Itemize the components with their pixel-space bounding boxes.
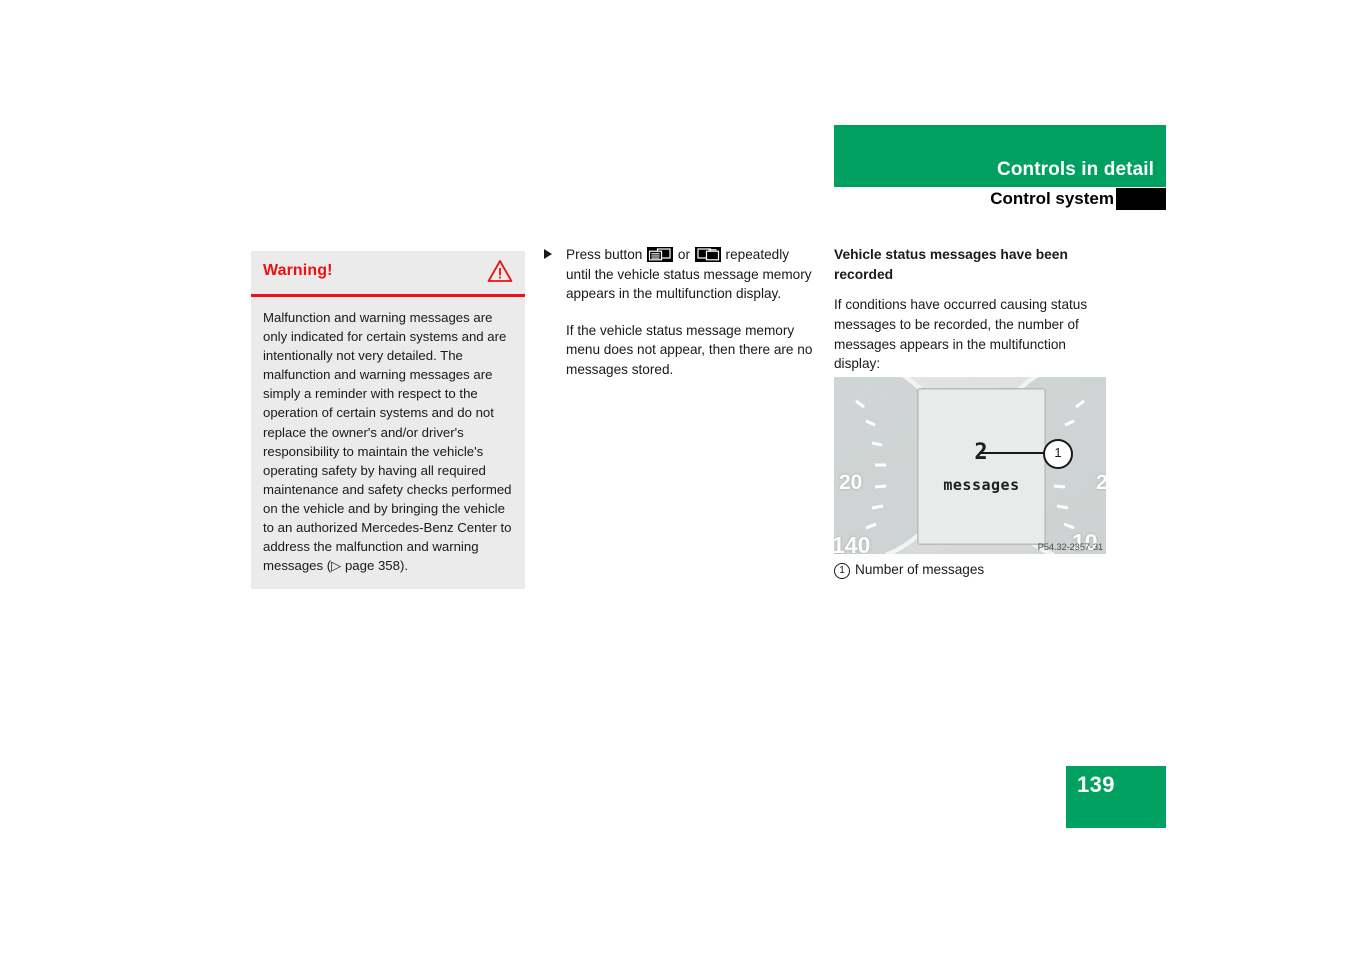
callout-badge-1: 1 [1043,439,1073,469]
page-number: 139 [1077,772,1115,797]
header-chapter-tab [1116,188,1166,210]
step-bullet-icon [544,249,552,259]
header-subtitle: Control system [990,189,1114,208]
caption-callout-number: 1 [834,563,850,579]
instructions-column: Press button or repeatedly until the veh… [541,245,816,380]
page-title: Controls in detail [997,159,1154,180]
caption-text: Number of messages [855,562,985,577]
figure-caption: 1 Number of messages [834,562,984,579]
warning-title: Warning! [263,262,333,279]
gauge-label-right-upper: 2 [1096,471,1106,494]
multifunction-display-panel: 2 messages [917,388,1046,545]
status-section-paragraph: If conditions have occurred causing stat… [834,297,1088,372]
step-text-middle: or [677,247,690,262]
instruction-step: Press button or repeatedly until the veh… [541,245,816,304]
manual-page: Controls in detail Control system Warnin… [0,0,1351,954]
step-text-prefix: Press button [566,247,643,262]
warning-header: Warning! [251,251,525,294]
gauge-label-left-upper: 20 [839,471,863,494]
mfd-message-label: messages [943,476,1020,494]
mfd-scroll-left-button-icon[interactable] [647,247,674,262]
gauge-label-left-lower: 140 [834,532,871,554]
warning-body-text: Malfunction and warning messages are onl… [263,310,512,574]
mfd-scroll-right-button-icon[interactable] [694,247,721,262]
warning-body: Malfunction and warning messages are onl… [251,297,525,589]
page-number-box: 139 [1066,766,1166,828]
warning-box: Warning! Malfunction and warning message… [251,251,525,590]
status-section: Vehicle status messages have been record… [834,245,1114,374]
figure-part-number: P54.32-2357-31 [1037,542,1104,553]
instruction-note: If the vehicle status message memory men… [566,322,813,377]
header-banner: Controls in detail [834,125,1166,187]
instrument-cluster-figure: 20 140 2 10 2 messages 1 P54.32-2357-31 [834,377,1106,554]
status-section-heading: Vehicle status messages have been record… [834,247,1068,282]
warning-triangle-icon [487,259,513,283]
